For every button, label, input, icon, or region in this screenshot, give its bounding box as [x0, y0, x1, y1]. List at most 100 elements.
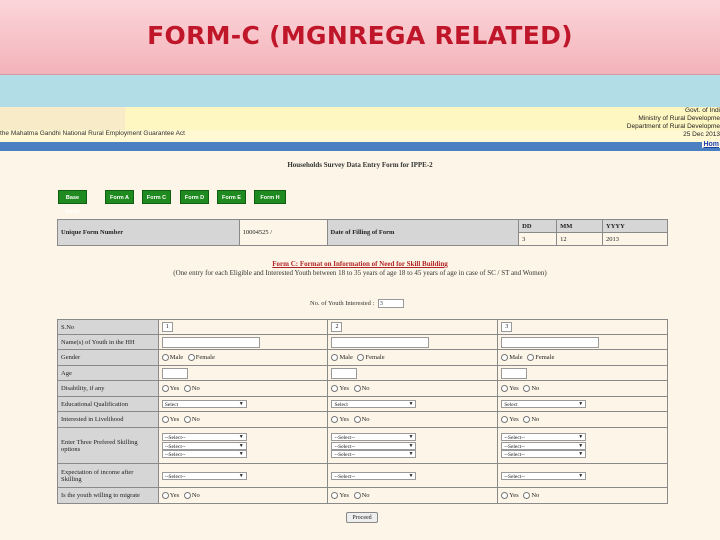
disability-yes-radio-1[interactable]	[161, 385, 169, 392]
chevron-down-icon: ▼	[578, 473, 584, 479]
chevron-down-icon: ▼	[578, 402, 584, 407]
education-select-1[interactable]: Select ▼	[161, 400, 247, 408]
yes-label: Yes	[509, 384, 519, 392]
female-label: Female	[365, 353, 385, 361]
act-text: the Mahatma Gandhi National Rural Employ…	[0, 130, 185, 137]
age-input-2[interactable]	[331, 367, 358, 379]
livelihood-no-radio-2[interactable]	[353, 416, 361, 423]
income-select-3[interactable]: --Select-- ▼	[501, 471, 587, 480]
migrate-no-radio-3[interactable]	[523, 492, 531, 499]
form-header-table: Unique Form Number 10004525 / Date of Fi…	[57, 219, 668, 246]
skill-select-3-1[interactable]: --Select-- ▼	[501, 433, 587, 441]
disability-no-radio-1[interactable]	[183, 385, 191, 392]
skill-select-2-3[interactable]: --Select-- ▼	[331, 450, 417, 458]
row-label-income: Expectation of income after Skilling	[57, 463, 159, 488]
gender-male-radio-1[interactable]	[161, 354, 169, 361]
skill-select-2-2[interactable]: --Select-- ▼	[331, 441, 417, 450]
disability-yes-radio-2[interactable]	[331, 385, 339, 392]
row-label-skilling: Enter Three Prefered Skilling options	[57, 427, 159, 464]
form-h-button[interactable]: Form H	[254, 190, 286, 204]
skill-select-2-1[interactable]: --Select-- ▼	[331, 433, 417, 441]
migrate-no-radio-2[interactable]	[353, 492, 361, 499]
gender-male-radio-2[interactable]	[331, 354, 339, 361]
skill-select-value: --Select--	[164, 435, 186, 441]
skill-select-value: --Select--	[164, 452, 186, 458]
skill-select-1-3[interactable]: --Select-- ▼	[161, 450, 247, 458]
yes-label: Yes	[509, 415, 519, 423]
migrate-yes-radio-1[interactable]	[161, 492, 169, 499]
income-select-2[interactable]: --Select-- ▼	[331, 471, 417, 480]
male-label: Male	[509, 353, 523, 361]
income-select-1[interactable]: --Select-- ▼	[161, 471, 247, 480]
skill-select-value: --Select--	[334, 443, 356, 450]
disability-yes-radio-3[interactable]	[501, 385, 509, 392]
female-label: Female	[535, 353, 555, 361]
gender-male-radio-3[interactable]	[501, 354, 509, 361]
base-form-button[interactable]: Base Form	[58, 190, 87, 215]
disability-no-radio-2[interactable]	[353, 385, 361, 392]
name-input-3[interactable]	[501, 336, 600, 348]
migrate-yes-radio-2[interactable]	[331, 492, 339, 499]
header-date: 25 Dec 2013	[683, 131, 720, 138]
disability-no-radio-3[interactable]	[523, 385, 531, 392]
form-a-button[interactable]: Form A	[105, 190, 134, 204]
mm-value: 12	[556, 232, 604, 246]
chevron-down-icon: ▼	[408, 402, 414, 407]
youth-count: No. of Youth Interested : 3	[310, 299, 404, 308]
unique-form-value: 10004525 /	[238, 219, 328, 246]
male-label: Male	[339, 353, 353, 361]
no-label: No	[361, 491, 370, 499]
name-input-1[interactable]	[161, 336, 260, 348]
livelihood-no-radio-3[interactable]	[523, 416, 531, 423]
skill-select-1-1[interactable]: --Select-- ▼	[161, 433, 247, 441]
education-select-value: Select	[504, 402, 518, 408]
home-link[interactable]: Hom	[702, 141, 720, 148]
income-select-value: --Select--	[164, 473, 186, 480]
sno-input-3[interactable]: 3	[501, 322, 513, 332]
gender-female-radio-2[interactable]	[357, 354, 365, 361]
form-e-button[interactable]: Form E	[217, 190, 246, 204]
sno-input-2[interactable]: 2	[331, 322, 343, 332]
migrate-yes-radio-3[interactable]	[501, 492, 509, 499]
income-select-value: --Select--	[334, 473, 356, 480]
no-label: No	[191, 491, 200, 499]
skill-select-value: --Select--	[164, 443, 186, 450]
dd-value: 3	[518, 232, 558, 246]
name-input-2[interactable]	[331, 336, 430, 348]
chevron-down-icon: ▼	[238, 473, 244, 479]
livelihood-no-radio-1[interactable]	[183, 416, 191, 423]
education-select-value: Select	[334, 402, 348, 408]
education-select-2[interactable]: Select ▼	[331, 400, 417, 408]
gov-line-3: Department of Rural Developme	[626, 123, 720, 130]
chevron-down-icon: ▼	[578, 452, 584, 457]
male-label: Male	[169, 353, 184, 361]
skill-select-3-2[interactable]: --Select-- ▼	[501, 441, 587, 450]
dd-label: DD	[518, 219, 558, 233]
yyyy-value: 2013	[602, 232, 668, 246]
row-label-education: Educational Qualification	[57, 396, 159, 412]
mm-label: MM	[556, 219, 604, 233]
gender-female-radio-1[interactable]	[187, 354, 195, 361]
chevron-down-icon: ▼	[408, 473, 414, 479]
skill-select-1-2[interactable]: --Select-- ▼	[161, 441, 247, 450]
age-input-3[interactable]	[501, 367, 528, 379]
education-select-3[interactable]: Select ▼	[501, 400, 587, 408]
age-input-1[interactable]	[161, 367, 188, 379]
row-label-migrate: Is the youth willing to migrate	[57, 487, 159, 504]
livelihood-yes-radio-1[interactable]	[161, 416, 169, 423]
youth-count-input[interactable]: 3	[377, 299, 404, 308]
row-label-livelihood: Interested in Livelihood	[57, 411, 159, 428]
gender-female-radio-3[interactable]	[527, 354, 535, 361]
no-label: No	[531, 415, 540, 423]
gov-line-1: Govt. of Indi	[684, 107, 720, 114]
form-c-button[interactable]: Form C	[142, 190, 171, 204]
form-d-button[interactable]: Form D	[180, 190, 209, 204]
livelihood-yes-radio-3[interactable]	[501, 416, 509, 423]
proceed-button[interactable]: Proceed	[346, 512, 378, 523]
migrate-no-radio-1[interactable]	[183, 492, 191, 499]
livelihood-yes-radio-2[interactable]	[331, 416, 339, 423]
skill-select-3-3[interactable]: --Select-- ▼	[501, 450, 587, 458]
row-label-gender: Gender	[57, 349, 159, 366]
unique-form-label: Unique Form Number	[57, 219, 240, 246]
sno-input-1[interactable]: 1	[161, 322, 173, 332]
